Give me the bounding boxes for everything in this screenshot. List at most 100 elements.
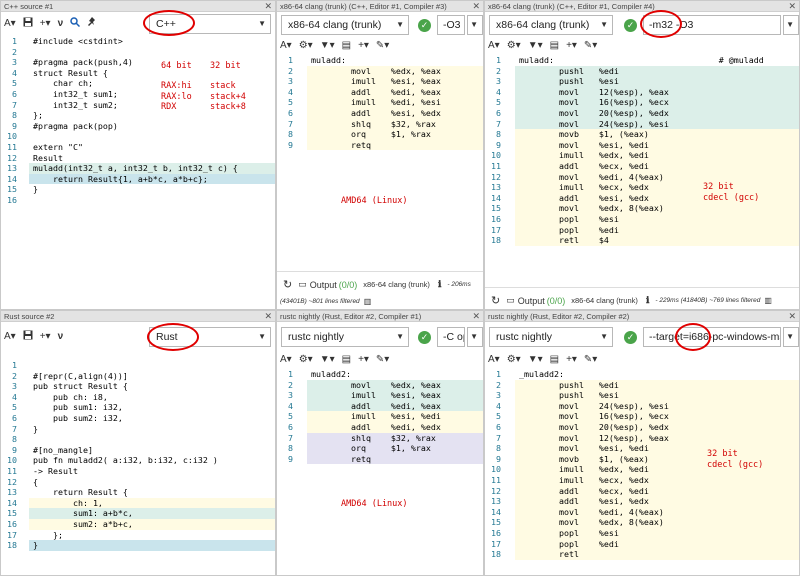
compiler-select[interactable]: x86-64 clang (trunk) ▼ — [489, 15, 613, 35]
save-icon[interactable] — [23, 330, 33, 344]
line-number[interactable]: 12 — [1, 477, 17, 488]
font-icon[interactable]: A▾ — [280, 40, 292, 52]
add-icon[interactable]: +▾ — [358, 40, 369, 52]
refresh-icon[interactable]: ↻ — [283, 278, 292, 291]
line-number[interactable]: 13 — [1, 163, 17, 174]
brush-icon[interactable]: ✎▾ — [584, 354, 597, 366]
line-number[interactable]: 10 — [485, 150, 501, 161]
line-number[interactable]: 8 — [277, 129, 293, 140]
line-number[interactable]: 16 — [1, 519, 17, 530]
book-icon[interactable]: ▤ — [342, 354, 351, 366]
close-icon[interactable]: ✕ — [472, 1, 480, 12]
compiler-select[interactable]: rustc nightly ▼ — [281, 327, 409, 347]
line-number[interactable]: 5 — [277, 411, 293, 422]
line-number[interactable]: 5 — [1, 402, 17, 413]
output-icon[interactable]: ▭ — [506, 295, 515, 306]
close-icon[interactable]: ✕ — [264, 1, 272, 12]
rustc-x86-tab[interactable]: rustc nightly (Rust, Editor #2, Compiler… — [485, 311, 799, 322]
rustc-x64-asm-output[interactable]: 1 muladd2: 2 movl %edx, %eax 3 imull %esi, … — [277, 369, 483, 465]
clang-x64-tab[interactable]: x86-64 clang (trunk) (C++, Editor #1, Co… — [277, 1, 483, 12]
chart-icon[interactable]: ▥ — [364, 297, 372, 306]
line-number[interactable]: 12 — [1, 153, 17, 164]
compiler-flags-input[interactable]: --target=i686-pc-windows-msvc — [643, 327, 781, 347]
gear-icon[interactable]: ⚙▾ — [299, 354, 313, 366]
rustc-x64-tab[interactable]: rustc nightly (Rust, Editor #2, Compiler… — [277, 311, 483, 322]
line-number[interactable]: 7 — [277, 119, 293, 130]
line-number[interactable]: 13 — [485, 496, 501, 507]
line-number[interactable]: 5 — [277, 97, 293, 108]
line-number[interactable]: 6 — [277, 422, 293, 433]
brush-icon[interactable]: ✎▾ — [584, 40, 597, 52]
line-number[interactable]: 6 — [1, 89, 17, 100]
line-number[interactable]: 9 — [277, 454, 293, 465]
line-number[interactable]: 17 — [485, 225, 501, 236]
line-number[interactable]: 4 — [277, 87, 293, 98]
output-icon[interactable]: ▭ — [298, 279, 307, 290]
line-number[interactable]: 10 — [1, 131, 17, 142]
add-icon[interactable]: +▾ — [566, 40, 577, 52]
line-number[interactable]: 17 — [1, 530, 17, 541]
gear-icon[interactable]: ⚙▾ — [299, 40, 313, 52]
line-number[interactable]: 1 — [277, 369, 293, 380]
line-number[interactable]: 15 — [1, 184, 17, 195]
line-number[interactable]: 7 — [277, 433, 293, 444]
filter-icon[interactable]: ▼▾ — [320, 40, 335, 52]
line-number[interactable]: 2 — [277, 380, 293, 391]
line-number[interactable]: 4 — [485, 87, 501, 98]
line-number[interactable]: 9 — [485, 454, 501, 465]
gear-icon[interactable]: ⚙▾ — [507, 40, 521, 52]
line-number[interactable]: 11 — [1, 466, 17, 477]
clang-x64-asm-output[interactable]: 1 muladd: 2 movl %edx, %eax 3 imull %esi, %… — [277, 55, 483, 151]
info-icon[interactable]: ℹ — [646, 295, 649, 306]
line-number[interactable]: 10 — [1, 455, 17, 466]
line-number[interactable]: 6 — [485, 108, 501, 119]
line-number[interactable]: 1 — [485, 55, 501, 66]
flags-dropdown[interactable]: ▼ — [783, 15, 799, 35]
add-icon[interactable]: +▾ — [566, 354, 577, 366]
filter-icon[interactable]: ▼▾ — [320, 354, 335, 366]
line-number[interactable]: 10 — [485, 464, 501, 475]
clang-x86-tab[interactable]: x86-64 clang (trunk) (C++, Editor #1, Co… — [485, 1, 799, 12]
line-number[interactable]: 3 — [485, 390, 501, 401]
line-number[interactable]: 3 — [277, 390, 293, 401]
line-number[interactable]: 8 — [277, 443, 293, 454]
line-number[interactable]: 11 — [485, 161, 501, 172]
line-number[interactable]: 7 — [1, 424, 17, 435]
line-number[interactable]: 4 — [277, 401, 293, 412]
line-number[interactable]: 5 — [485, 411, 501, 422]
line-number[interactable]: 16 — [485, 214, 501, 225]
compiler-flags-input[interactable]: -C opt-level=3 — [437, 327, 465, 347]
line-number[interactable]: 18 — [1, 540, 17, 551]
line-number[interactable]: 14 — [485, 507, 501, 518]
line-number[interactable]: 1 — [1, 36, 17, 47]
line-number[interactable]: 4 — [1, 68, 17, 79]
line-number[interactable]: 3 — [277, 76, 293, 87]
line-number[interactable]: 16 — [1, 195, 17, 206]
line-number[interactable]: 8 — [1, 434, 17, 445]
line-number[interactable]: 1 — [277, 55, 293, 66]
line-number[interactable]: 1 — [485, 369, 501, 380]
close-icon[interactable]: ✕ — [788, 1, 796, 12]
vim-icon[interactable]: ν — [58, 18, 64, 30]
add-icon[interactable]: +▾ — [40, 331, 51, 343]
line-number[interactable]: 15 — [485, 517, 501, 528]
flags-dropdown[interactable]: ▼ — [467, 15, 483, 35]
rust-source-tab[interactable]: Rust source #2 ✕ — [1, 311, 275, 322]
line-number[interactable]: 2 — [485, 380, 501, 391]
rust-code-editor[interactable]: 1 2 #[repr(C,align(4))] 3 pub struct Result … — [1, 360, 275, 551]
line-number[interactable]: 6 — [1, 413, 17, 424]
line-number[interactable]: 8 — [485, 443, 501, 454]
line-number[interactable]: 5 — [1, 78, 17, 89]
add-icon[interactable]: +▾ — [358, 354, 369, 366]
line-number[interactable]: 12 — [485, 172, 501, 183]
pin-icon[interactable] — [87, 17, 97, 31]
line-number[interactable]: 6 — [277, 108, 293, 119]
save-icon[interactable] — [23, 17, 33, 31]
line-number[interactable]: 8 — [1, 110, 17, 121]
output-label[interactable]: Output — [310, 280, 337, 290]
brush-icon[interactable]: ✎▾ — [376, 354, 389, 366]
line-number[interactable]: 15 — [485, 203, 501, 214]
filter-icon[interactable]: ▼▾ — [528, 354, 543, 366]
line-number[interactable]: 2 — [277, 66, 293, 77]
line-number[interactable]: 4 — [485, 401, 501, 412]
